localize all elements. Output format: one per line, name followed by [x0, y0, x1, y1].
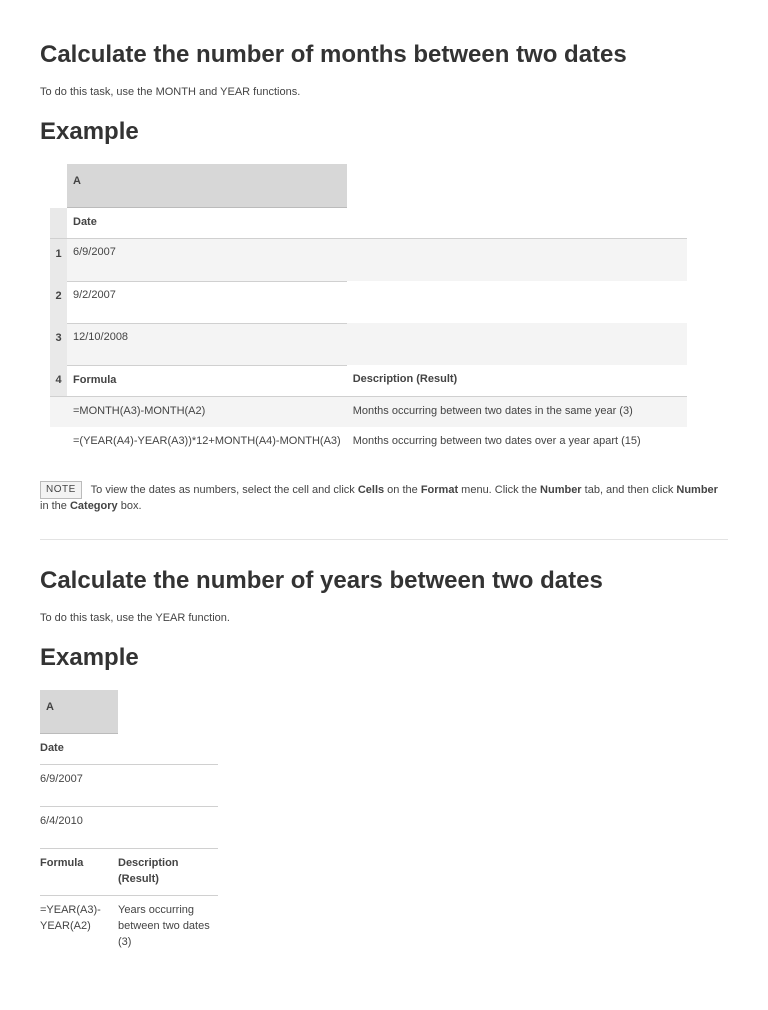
section-divider [40, 539, 728, 540]
row-number: 2 [50, 281, 67, 323]
cell-a1: 6/9/2007 [67, 239, 347, 281]
description-cell: Months occurring between two dates over … [347, 427, 687, 457]
formula-label: Formula [40, 849, 118, 896]
formula-cell: =MONTH(A3)-MONTH(A2) [67, 396, 347, 426]
description-cell: Months occurring between two dates in th… [347, 396, 687, 426]
description-cell: Years occurring between two dates (3) [118, 896, 218, 958]
example-heading-1: Example [40, 115, 728, 150]
row-number: 4 [50, 365, 67, 396]
note-text: To view the dates as numbers, select the… [40, 484, 718, 512]
cell-a2: 6/4/2010 [40, 807, 118, 849]
intro-section1: To do this task, use the MONTH and YEAR … [40, 85, 728, 101]
date-label: Date [67, 208, 347, 239]
description-label: Description (Result) [347, 365, 687, 396]
cell-a2: 9/2/2007 [67, 281, 347, 323]
note-badge: NOTE [40, 481, 82, 500]
date-label: Date [40, 734, 118, 765]
intro-section2: To do this task, use the YEAR function. [40, 611, 728, 627]
example-table-1: A Date 1 6/9/2007 2 9/2/2007 3 12/10/200… [50, 164, 687, 457]
example-heading-2: Example [40, 641, 728, 676]
row-number: 1 [50, 239, 67, 281]
cell-a1: 6/9/2007 [40, 765, 118, 807]
row-number: 3 [50, 323, 67, 365]
formula-label: Formula [67, 365, 347, 396]
description-label: Description (Result) [118, 849, 218, 896]
col-header-a: A [40, 690, 118, 734]
heading-section2: Calculate the number of years between tw… [40, 564, 728, 599]
formula-cell: =(YEAR(A4)-YEAR(A3))*12+MONTH(A4)-MONTH(… [67, 427, 347, 457]
formula-cell: =YEAR(A3)-YEAR(A2) [40, 896, 118, 958]
example-table-2: A Date 6/9/2007 6/4/2010 Formula Descrip… [40, 690, 218, 958]
note-block: NOTE To view the dates as numbers, selec… [40, 481, 728, 515]
cell-a3: 12/10/2008 [67, 323, 347, 365]
col-header-a: A [67, 164, 347, 208]
heading-section1: Calculate the number of months between t… [40, 38, 728, 73]
